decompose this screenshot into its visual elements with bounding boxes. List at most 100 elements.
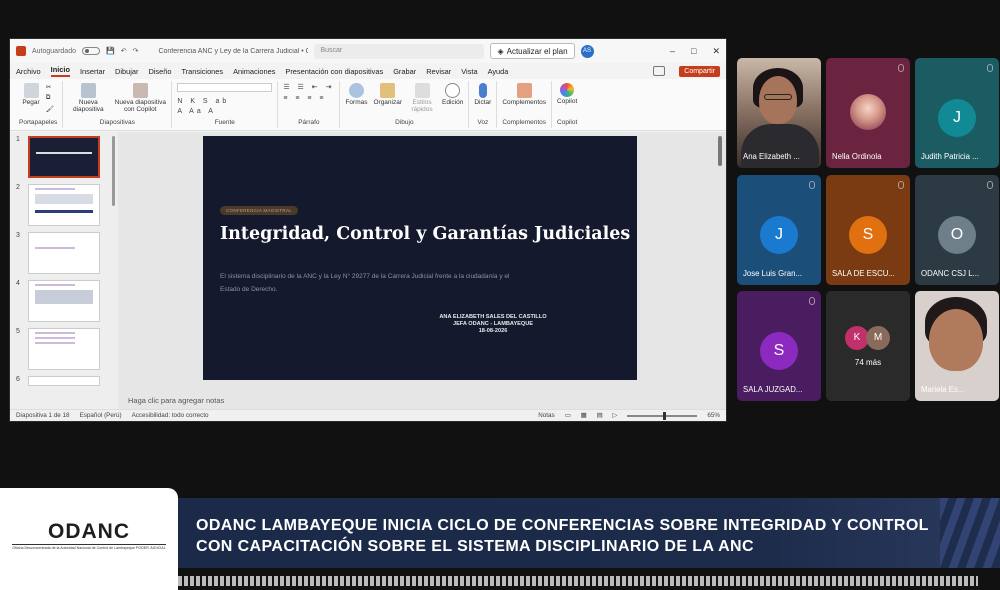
slide-thumbnail[interactable] [28, 376, 100, 386]
group-label: Portapapeles [19, 119, 58, 126]
copilot-icon [560, 83, 575, 97]
accessibility-status[interactable]: Accesibilidad: todo correcto [132, 412, 209, 419]
font-format-buttons[interactable]: N K S ab [177, 98, 229, 105]
list-buttons[interactable]: ☰ ☰ ⇤ ⇥ [283, 83, 334, 91]
new-slide-button[interactable]: Nueva diapositiva [68, 83, 108, 113]
participant-avatar: J [938, 99, 976, 137]
participant-tile[interactable]: O ODANC CSJ L... [915, 175, 999, 285]
language-status[interactable]: Español (Perú) [80, 412, 122, 419]
glasses [764, 94, 792, 100]
participant-name: Mariela Es... [921, 385, 965, 394]
tab-dibujar[interactable]: Dibujar [115, 67, 138, 76]
slide-thumbnail[interactable] [28, 280, 100, 322]
share-button[interactable]: Compartir [679, 65, 720, 77]
slide-thumbnail-row[interactable]: 4 [10, 280, 118, 322]
tab-presentacion[interactable]: Presentación con diapositivas [285, 67, 383, 76]
copilot-button[interactable]: Copilot [557, 83, 577, 105]
slide-thumbnail[interactable] [28, 328, 100, 370]
comments-icon[interactable] [653, 66, 666, 76]
participant-tile[interactable]: J Judith Patricia ... [915, 58, 999, 168]
arrange-button[interactable]: Organizar [373, 83, 402, 106]
editing-button[interactable]: Edición [442, 83, 463, 106]
thumbnails-scrollbar[interactable] [112, 136, 115, 206]
autosave-toggle[interactable] [81, 47, 100, 55]
participant-name: SALA JUZGAD... [743, 385, 803, 394]
user-avatar[interactable]: AS [580, 44, 594, 58]
new-slide-copilot-button[interactable]: Nueva diapositiva con Copilot [114, 83, 166, 113]
tab-archivo[interactable]: Archivo [16, 67, 41, 76]
copy-icon[interactable]: ⧉ [46, 94, 54, 102]
document-title[interactable]: Conferencia ANC y Ley de la Carrera Judi… [158, 48, 308, 55]
maximize-button[interactable]: □ [691, 46, 696, 57]
editor-scrollbar[interactable] [718, 136, 722, 166]
new-slide-copilot-label: Nueva diapositiva con Copilot [114, 99, 166, 113]
editing-label: Edición [442, 99, 464, 106]
zoom-level[interactable]: 65% [707, 412, 720, 419]
voice-group: Dictar Voz [469, 81, 498, 128]
tab-ayuda[interactable]: Ayuda [488, 67, 509, 76]
tab-transiciones[interactable]: Transiciones [181, 67, 223, 76]
undo-icon[interactable]: ↶ [121, 47, 127, 55]
tab-vista[interactable]: Vista [461, 67, 477, 76]
microphone-icon [478, 83, 487, 98]
cut-icon[interactable]: ✂ [46, 83, 54, 91]
participant-name: Ana Elizabeth ... [743, 152, 800, 161]
save-icon[interactable]: 💾 [106, 47, 115, 55]
normal-view-icon[interactable]: ▭ [565, 412, 571, 419]
shapes-button[interactable]: Formas [345, 83, 367, 106]
slide-thumbnail[interactable] [28, 136, 100, 178]
tab-revisar[interactable]: Revisar [426, 67, 451, 76]
reading-view-icon[interactable]: ▤ [597, 412, 603, 419]
font-color-buttons[interactable]: A Aa A [177, 108, 216, 115]
zoom-slider[interactable] [627, 411, 698, 420]
minimize-button[interactable]: – [670, 46, 675, 57]
tab-inicio[interactable]: Inicio [50, 65, 70, 77]
participant-tile[interactable]: J Jose Luis Gran... [737, 175, 821, 285]
sorter-view-icon[interactable]: ▦ [581, 412, 587, 419]
slideshow-icon[interactable]: ▷ [613, 412, 618, 419]
redo-icon[interactable]: ↷ [133, 47, 139, 55]
more-participants-count: 74 más [854, 358, 882, 367]
participant-tile[interactable]: Mariela Es... [915, 291, 999, 401]
slide-number: 5 [16, 328, 20, 335]
tab-diseno[interactable]: Diseño [148, 67, 171, 76]
slide-number: 1 [16, 136, 20, 143]
align-buttons[interactable]: ≡ ≡ ≡ ≡ [283, 95, 326, 102]
participant-tile[interactable]: Ana Elizabeth ... [737, 58, 821, 168]
participant-tile[interactable]: S SALA JUZGAD... [737, 291, 821, 401]
slide-editor: CONFERENCIA MAGISTRAL Integridad, Contro… [118, 132, 726, 409]
more-participants-tile[interactable]: K M 74 más [826, 291, 910, 401]
slide-thumbnail-row[interactable]: 1 [10, 136, 118, 178]
current-slide[interactable]: CONFERENCIA MAGISTRAL Integridad, Contro… [203, 136, 637, 380]
slide-thumbnail-row[interactable]: 5 [10, 328, 118, 370]
copilot-slide-icon [132, 83, 148, 98]
format-painter-icon[interactable]: 🖌 [46, 105, 54, 113]
group-label: Dibujo [395, 119, 414, 126]
notes-button[interactable]: Notas [538, 412, 554, 419]
participant-name: ODANC CSJ L... [921, 269, 980, 278]
addins-button[interactable]: Complementos [502, 83, 546, 106]
tab-insertar[interactable]: Insertar [80, 67, 105, 76]
participant-tile[interactable]: Nella Ordinola [826, 58, 910, 168]
slide-thumbnail[interactable] [28, 184, 100, 226]
slide-thumbnail-row[interactable]: 2 [10, 184, 118, 226]
tab-animaciones[interactable]: Animaciones [233, 67, 275, 76]
workspace: 1 2 3 4 5 6 CONFERENCIA MAGISTRAL Integr… [10, 132, 726, 409]
drawing-group: Formas Organizar Estilos rápidos Edición [340, 81, 470, 128]
close-button[interactable]: ✕ [712, 46, 720, 57]
slide-thumbnail[interactable] [28, 232, 100, 274]
upgrade-plan-button[interactable]: ◈ Actualizar el plan [490, 43, 575, 59]
search-input[interactable]: Buscar [314, 43, 485, 59]
quick-styles-button[interactable]: Estilos rápidos [408, 83, 436, 113]
participant-tile[interactable]: S SALA DE ESCU... [826, 175, 910, 285]
participant-name: SALA DE ESCU... [832, 269, 895, 278]
slide-thumbnail-row[interactable]: 3 [10, 232, 118, 274]
participant-avatars: K M [845, 326, 890, 350]
dictate-button[interactable]: Dictar [474, 83, 491, 106]
font-name-field[interactable] [177, 83, 273, 92]
slide-thumbnail-row[interactable]: 6 [10, 376, 118, 386]
notes-pane[interactable]: Haga clic para agregar notas [128, 396, 224, 405]
tab-grabar[interactable]: Grabar [393, 67, 416, 76]
mic-muted-icon [898, 64, 904, 72]
paste-button[interactable]: Pegar [22, 83, 40, 106]
